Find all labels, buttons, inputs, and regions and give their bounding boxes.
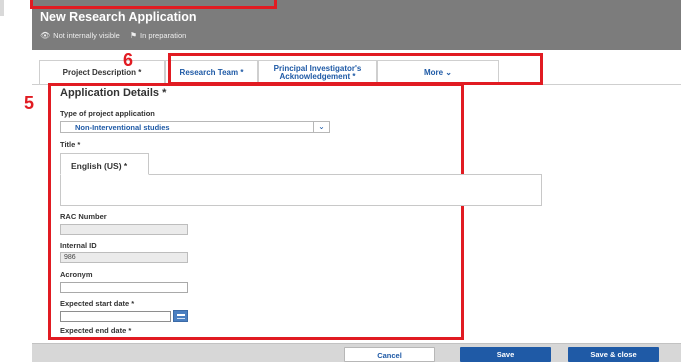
annotation-box-top xyxy=(30,0,277,9)
start-date-label: Expected start date * xyxy=(60,299,135,308)
annotation-box-tabs xyxy=(168,53,543,85)
start-date-field[interactable] xyxy=(60,311,171,322)
title-input-panel[interactable] xyxy=(60,174,542,206)
visibility-text: Not internally visible xyxy=(53,31,120,40)
internal-id-field: 986 xyxy=(60,252,188,263)
title-label: Title * xyxy=(60,140,81,149)
flag-icon: ⚑ xyxy=(129,31,138,40)
end-date-label: Expected end date * xyxy=(60,326,132,335)
acronym-label: Acronym xyxy=(60,270,93,279)
project-type-value: Non-Interventional studies xyxy=(75,123,170,132)
calendar-icon[interactable] xyxy=(173,310,188,322)
project-type-select[interactable]: Non-Interventional studies ⌄ xyxy=(60,121,330,133)
acronym-field[interactable] xyxy=(60,282,188,293)
cancel-button[interactable]: Cancel xyxy=(344,347,435,362)
save-close-button[interactable]: Save & close xyxy=(568,347,659,362)
tab-project-description[interactable]: Project Description * xyxy=(39,60,165,84)
sidebar-edge xyxy=(0,0,4,16)
section-title: Application Details * xyxy=(60,87,167,99)
save-button[interactable]: Save xyxy=(460,347,551,362)
tab-english-us[interactable]: English (US) * xyxy=(60,153,149,175)
rac-number-field xyxy=(60,224,188,235)
chevron-down-icon[interactable]: ⌄ xyxy=(313,121,329,133)
page-title: New Research Application xyxy=(40,10,197,24)
internal-id-label: Internal ID xyxy=(60,241,97,250)
annotation-number-5: 5 xyxy=(24,93,35,113)
annotation-number-6: 6 xyxy=(123,50,134,70)
header-status: 👁 Not internally visible ⚑ In preparatio… xyxy=(40,31,186,40)
left-gutter xyxy=(0,0,32,362)
status-text: In preparation xyxy=(140,31,187,40)
type-label: Type of project application xyxy=(60,109,155,118)
rac-label: RAC Number xyxy=(60,212,107,221)
internal-id-value: 986 xyxy=(64,254,76,261)
eye-icon: 👁 xyxy=(40,31,51,40)
